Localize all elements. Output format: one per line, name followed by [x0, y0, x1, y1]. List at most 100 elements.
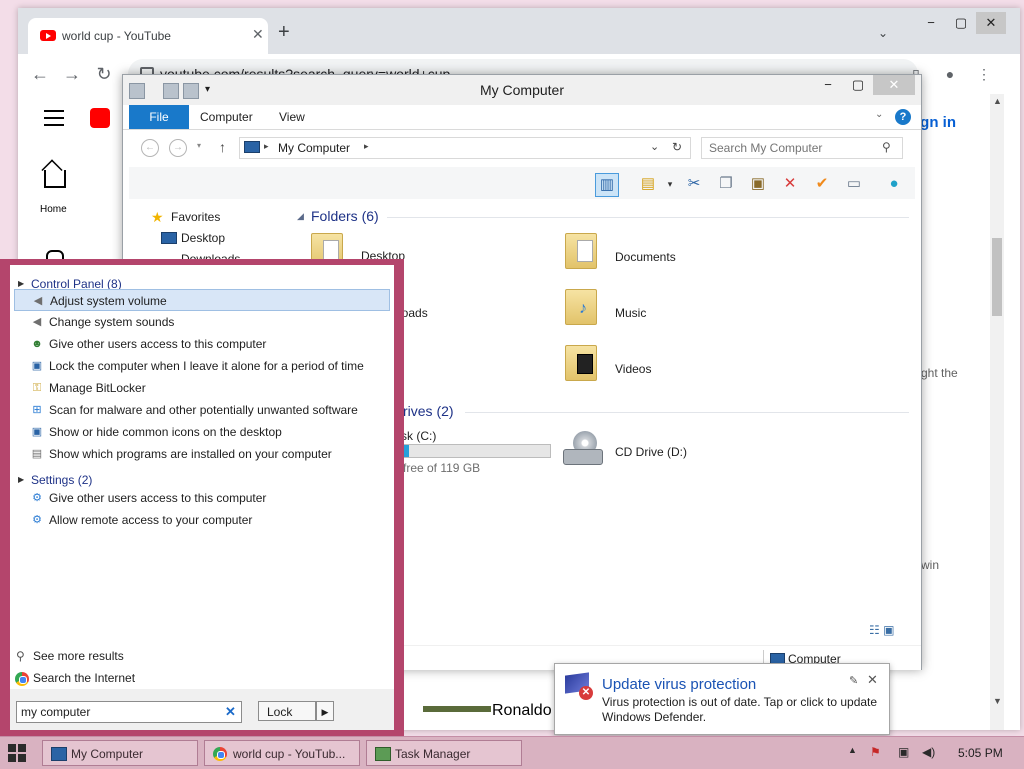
breadcrumb-arrow-icon[interactable]: ▸ [364, 141, 369, 152]
scroll-down-icon[interactable]: ▼ [993, 696, 1002, 706]
videos-folder-icon[interactable] [565, 345, 597, 381]
nav-item-favorites[interactable]: Favorites [171, 210, 220, 224]
globe-icon[interactable]: ● [883, 173, 905, 195]
back-arrow-icon[interactable]: ← [141, 139, 159, 157]
expand-ribbon-icon[interactable]: ⌄ [875, 109, 883, 120]
home-icon[interactable] [44, 170, 66, 188]
check-icon[interactable]: ✔ [811, 173, 833, 195]
result-scan-malware[interactable]: ⊞ Scan for malware and other potentially… [14, 399, 390, 421]
video-thumbnail[interactable] [423, 706, 491, 712]
breadcrumb-arrow-icon[interactable]: ▸ [264, 141, 269, 152]
windows-start-icon[interactable] [8, 744, 26, 762]
tab-search-icon[interactable]: ⌄ [878, 26, 888, 40]
taskbar-item-task-manager[interactable]: Task Manager [366, 740, 522, 766]
drive-cd[interactable]: CD Drive (D:) [615, 445, 687, 459]
folder-documents[interactable]: Documents [615, 250, 676, 264]
result-settings-give-access[interactable]: ⚙ Give other users access to this comput… [14, 487, 390, 509]
show-hidden-icons-icon[interactable]: ▲ [848, 745, 857, 755]
view-toggle-icons[interactable]: ☷ ▣ [869, 623, 894, 637]
folders-group-header[interactable]: Folders (6) [311, 208, 379, 224]
settings-header[interactable]: Settings (2) [31, 473, 92, 487]
result-give-access[interactable]: ☻ Give other users access to this comput… [14, 333, 390, 355]
up-arrow-icon[interactable]: ↑ [219, 139, 226, 155]
explorer-maximize-button[interactable]: ▢ [843, 75, 873, 95]
folder-options-icon[interactable]: ▤ [637, 173, 659, 195]
taskbar-clock[interactable]: 5:05 PM [958, 746, 1003, 760]
start-search-box[interactable]: ✕ [16, 701, 242, 723]
search-icon[interactable]: ⚲ [882, 140, 891, 154]
drive-local-name[interactable]: sk (C:) [401, 429, 436, 443]
result-change-sounds[interactable]: ◀ Change system sounds [14, 311, 390, 333]
volume-icon[interactable]: ◀) [922, 745, 935, 759]
cd-drive-icon[interactable] [563, 431, 603, 469]
explorer-minimize-button[interactable]: − [813, 75, 843, 95]
explorer-search-input[interactable] [702, 138, 881, 158]
new-tab-button[interactable]: + [278, 22, 290, 42]
folder-videos[interactable]: Videos [615, 362, 651, 376]
result-settings-remote-access[interactable]: ⚙ Allow remote access to your computer [14, 509, 390, 531]
nav-item-desktop[interactable]: Desktop [181, 231, 225, 245]
video-title-fragment[interactable]: Ronaldo [492, 702, 552, 720]
refresh-icon[interactable]: ↻ [672, 140, 682, 154]
scrollbar-thumb[interactable] [992, 238, 1002, 316]
address-box[interactable]: ▸ My Computer ▸ ⌄ ↻ [239, 137, 691, 159]
chrome-menu-icon[interactable]: ⋮ [974, 64, 994, 84]
network-icon[interactable]: ▣ [898, 745, 909, 759]
profile-avatar-icon[interactable]: ● [940, 64, 960, 84]
taskbar-item-my-computer[interactable]: My Computer [42, 740, 198, 766]
delete-icon[interactable]: ✕ [779, 173, 801, 195]
power-options-arrow-icon[interactable]: ▶ [316, 701, 334, 721]
result-bitlocker[interactable]: ⚿ Manage BitLocker [14, 377, 390, 399]
result-desktop-icons[interactable]: ▣ Show or hide common icons on the deskt… [14, 421, 390, 443]
back-button[interactable]: ← [28, 62, 52, 86]
documents-folder-icon[interactable] [565, 233, 597, 269]
tab-view[interactable]: View [279, 105, 305, 129]
forward-arrow-icon[interactable]: → [169, 139, 187, 157]
result-installed-programs[interactable]: ▤ Show which programs are installed on y… [14, 443, 390, 465]
recent-locations-icon[interactable]: ▾ [197, 141, 201, 150]
address-history-icon[interactable]: ⌄ [650, 140, 659, 153]
notification-message[interactable]: Virus protection is out of date. Tap or … [602, 695, 886, 725]
copy-icon[interactable]: ❐ [715, 173, 737, 195]
drives-group-header[interactable]: rives (2) [403, 403, 454, 419]
see-more-results-link[interactable]: See more results [33, 649, 124, 663]
explorer-search-box[interactable]: ⚲ [701, 137, 903, 159]
search-internet-link[interactable]: Search the Internet [33, 671, 135, 685]
close-notification-icon[interactable]: ✕ [867, 672, 878, 688]
sign-in-button[interactable]: ign in [916, 114, 956, 131]
forward-button[interactable]: → [60, 62, 84, 86]
action-center-flag-icon[interactable]: ⚑ [870, 745, 881, 759]
collapse-group-icon[interactable]: ◢ [297, 211, 304, 222]
chrome-minimize-button[interactable]: − [916, 12, 946, 34]
expand-arrow-icon[interactable]: ▶ [18, 475, 24, 484]
taskbar-item-chrome[interactable]: world cup - YouTub... [204, 740, 360, 766]
expand-arrow-icon[interactable]: ▶ [18, 279, 24, 288]
result-lock-computer[interactable]: ▣ Lock the computer when I leave it alon… [14, 355, 390, 377]
folder-music[interactable]: Music [615, 306, 646, 320]
preview-pane-icon[interactable]: ▥ [595, 173, 619, 197]
chrome-tab-youtube[interactable]: world cup - YouTube ✕ [28, 18, 268, 54]
rename-icon[interactable]: ▭ [843, 173, 865, 195]
page-scrollbar[interactable] [990, 94, 1004, 730]
breadcrumb[interactable]: My Computer [278, 141, 350, 155]
help-icon[interactable]: ? [895, 109, 911, 125]
cut-icon[interactable]: ✂ [683, 173, 705, 195]
pin-icon[interactable]: ✎ [849, 674, 858, 687]
chrome-close-button[interactable]: ✕ [976, 12, 1006, 34]
scroll-up-icon[interactable]: ▲ [993, 96, 1002, 106]
tab-computer[interactable]: Computer [200, 105, 253, 129]
youtube-logo-icon[interactable] [90, 108, 110, 128]
lock-button[interactable]: Lock [258, 701, 316, 721]
result-adjust-volume[interactable]: ◀ Adjust system volume [14, 289, 390, 311]
hamburger-menu-icon[interactable] [44, 110, 64, 126]
start-search-input[interactable] [17, 702, 223, 722]
clear-search-icon[interactable]: ✕ [225, 704, 236, 720]
virus-protection-notification[interactable]: ✕ Update virus protection Virus protecti… [554, 663, 890, 735]
music-folder-icon[interactable]: ♪ [565, 289, 597, 325]
reload-button[interactable]: ↻ [92, 62, 116, 86]
explorer-close-button[interactable]: ✕ [873, 75, 915, 95]
notification-title[interactable]: Update virus protection [602, 676, 756, 693]
tab-file[interactable]: File [129, 105, 189, 129]
chevron-down-icon[interactable]: ▾ [659, 173, 681, 195]
paste-icon[interactable]: ▣ [747, 173, 769, 195]
